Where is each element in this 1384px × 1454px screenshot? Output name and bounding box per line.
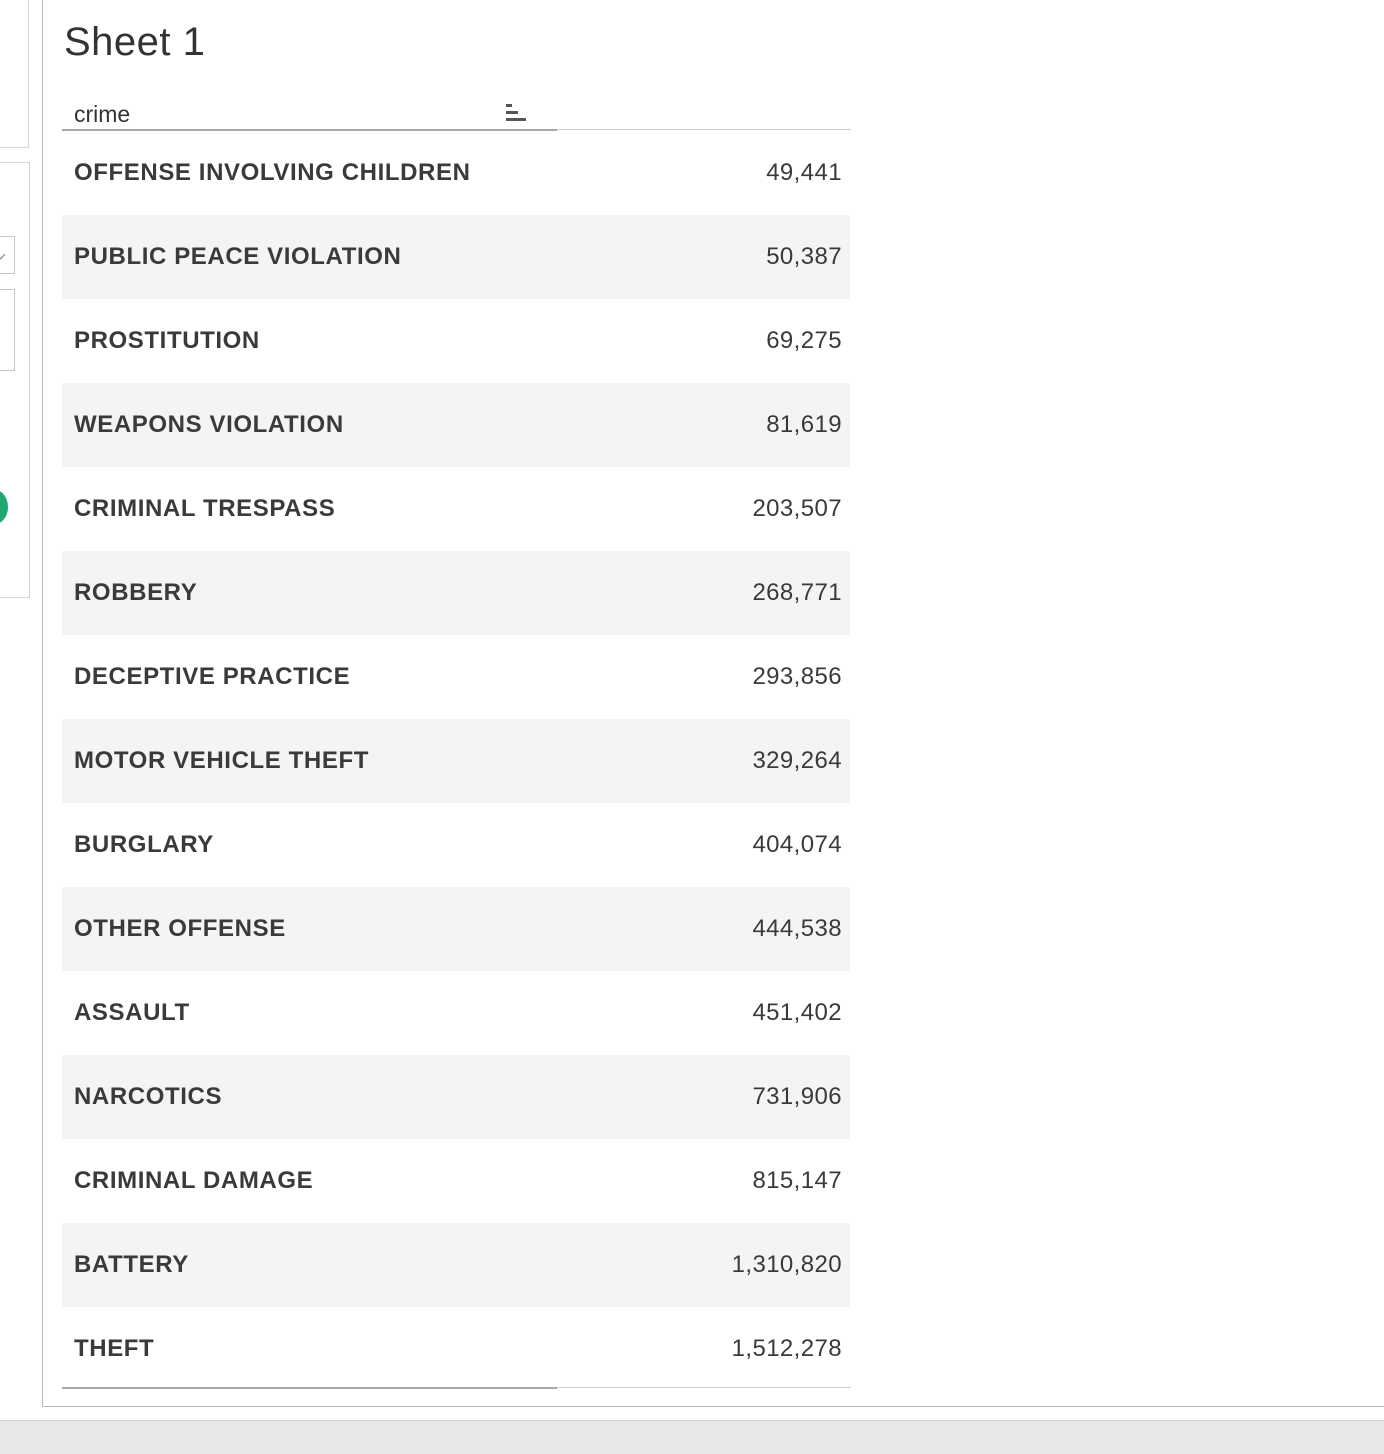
crime-count: 444,538: [752, 915, 842, 942]
crime-count: 69,275: [766, 327, 842, 354]
table-row[interactable]: BATTERY 1,310,820: [62, 1223, 850, 1307]
crime-label: OTHER OFFENSE: [74, 915, 286, 942]
table-body: OFFENSE INVOLVING CHILDREN 49,441 PUBLIC P…: [62, 131, 850, 1391]
crime-count: 731,906: [752, 1083, 842, 1110]
crime-count: 404,074: [752, 831, 842, 858]
crime-count: 49,441: [766, 159, 842, 186]
table-header: crime: [62, 96, 851, 131]
sort-bar: [506, 118, 526, 121]
crime-label: PROSTITUTION: [74, 327, 260, 354]
table-row[interactable]: BURGLARY 404,074: [62, 803, 850, 887]
sort-bar: [506, 111, 518, 114]
status-bar: [0, 1420, 1384, 1454]
table-row[interactable]: PUBLIC PEACE VIOLATION 50,387: [62, 215, 850, 299]
crime-count: 81,619: [766, 411, 842, 438]
crime-count: 268,771: [752, 579, 842, 606]
table-row[interactable]: PROSTITUTION 69,275: [62, 299, 850, 383]
crime-label: PUBLIC PEACE VIOLATION: [74, 243, 402, 270]
crime-label: WEAPONS VIOLATION: [74, 411, 344, 438]
sort-icon[interactable]: [506, 102, 528, 124]
crime-label: BATTERY: [74, 1251, 189, 1278]
crime-count: 1,512,278: [731, 1335, 842, 1362]
table-row[interactable]: CRIMINAL DAMAGE 815,147: [62, 1139, 850, 1223]
chevron-down-icon: [0, 249, 6, 260]
sort-bar: [506, 104, 512, 107]
crime-label: ASSAULT: [74, 999, 190, 1026]
table-row[interactable]: ASSAULT 451,402: [62, 971, 850, 1055]
table-row[interactable]: CRIMINAL TRESPASS 203,507: [62, 467, 850, 551]
crime-label: THEFT: [74, 1335, 155, 1362]
crime-label: CRIMINAL DAMAGE: [74, 1167, 314, 1194]
crime-count: 329,264: [752, 747, 842, 774]
crime-count: 203,507: [752, 495, 842, 522]
table-row[interactable]: NARCOTICS 731,906: [62, 1055, 850, 1139]
column-header-crime[interactable]: crime: [74, 101, 130, 128]
crime-count: 293,856: [752, 663, 842, 690]
side-input-box[interactable]: [0, 289, 15, 371]
header-divider-right: [557, 129, 851, 130]
table-row[interactable]: OTHER OFFENSE 444,538: [62, 887, 850, 971]
table-bottom-divider-right: [557, 1387, 851, 1388]
crime-count: 1,310,820: [731, 1251, 842, 1278]
crime-label: BURGLARY: [74, 831, 214, 858]
sheet-title: Sheet 1: [64, 20, 206, 64]
tableau-worksheet-view: Sheet 1 crime OFFENSE INVOLVING CHILDREN…: [0, 0, 1384, 1454]
crime-count: 451,402: [752, 999, 842, 1026]
table-row[interactable]: ROBBERY 268,771: [62, 551, 850, 635]
crime-label: NARCOTICS: [74, 1083, 223, 1110]
table-row[interactable]: DECEPTIVE PRACTICE 293,856: [62, 635, 850, 719]
crime-label: ROBBERY: [74, 579, 198, 606]
side-dropdown[interactable]: [0, 236, 15, 274]
table-row[interactable]: MOTOR VEHICLE THEFT 329,264: [62, 719, 850, 803]
table-row[interactable]: THEFT 1,512,278: [62, 1307, 850, 1391]
crime-count: 50,387: [766, 243, 842, 270]
crime-label: CRIMINAL TRESPASS: [74, 495, 336, 522]
table-row[interactable]: WEAPONS VIOLATION 81,619: [62, 383, 850, 467]
crime-count: 815,147: [752, 1167, 842, 1194]
crime-label: OFFENSE INVOLVING CHILDREN: [74, 159, 471, 186]
side-panel-top: [0, 0, 29, 148]
crime-label: DECEPTIVE PRACTICE: [74, 663, 351, 690]
table-bottom-divider: [62, 1387, 557, 1389]
crime-label: MOTOR VEHICLE THEFT: [74, 747, 369, 774]
table-row[interactable]: OFFENSE INVOLVING CHILDREN 49,441: [62, 131, 850, 215]
side-panel-bottom: [0, 162, 30, 598]
